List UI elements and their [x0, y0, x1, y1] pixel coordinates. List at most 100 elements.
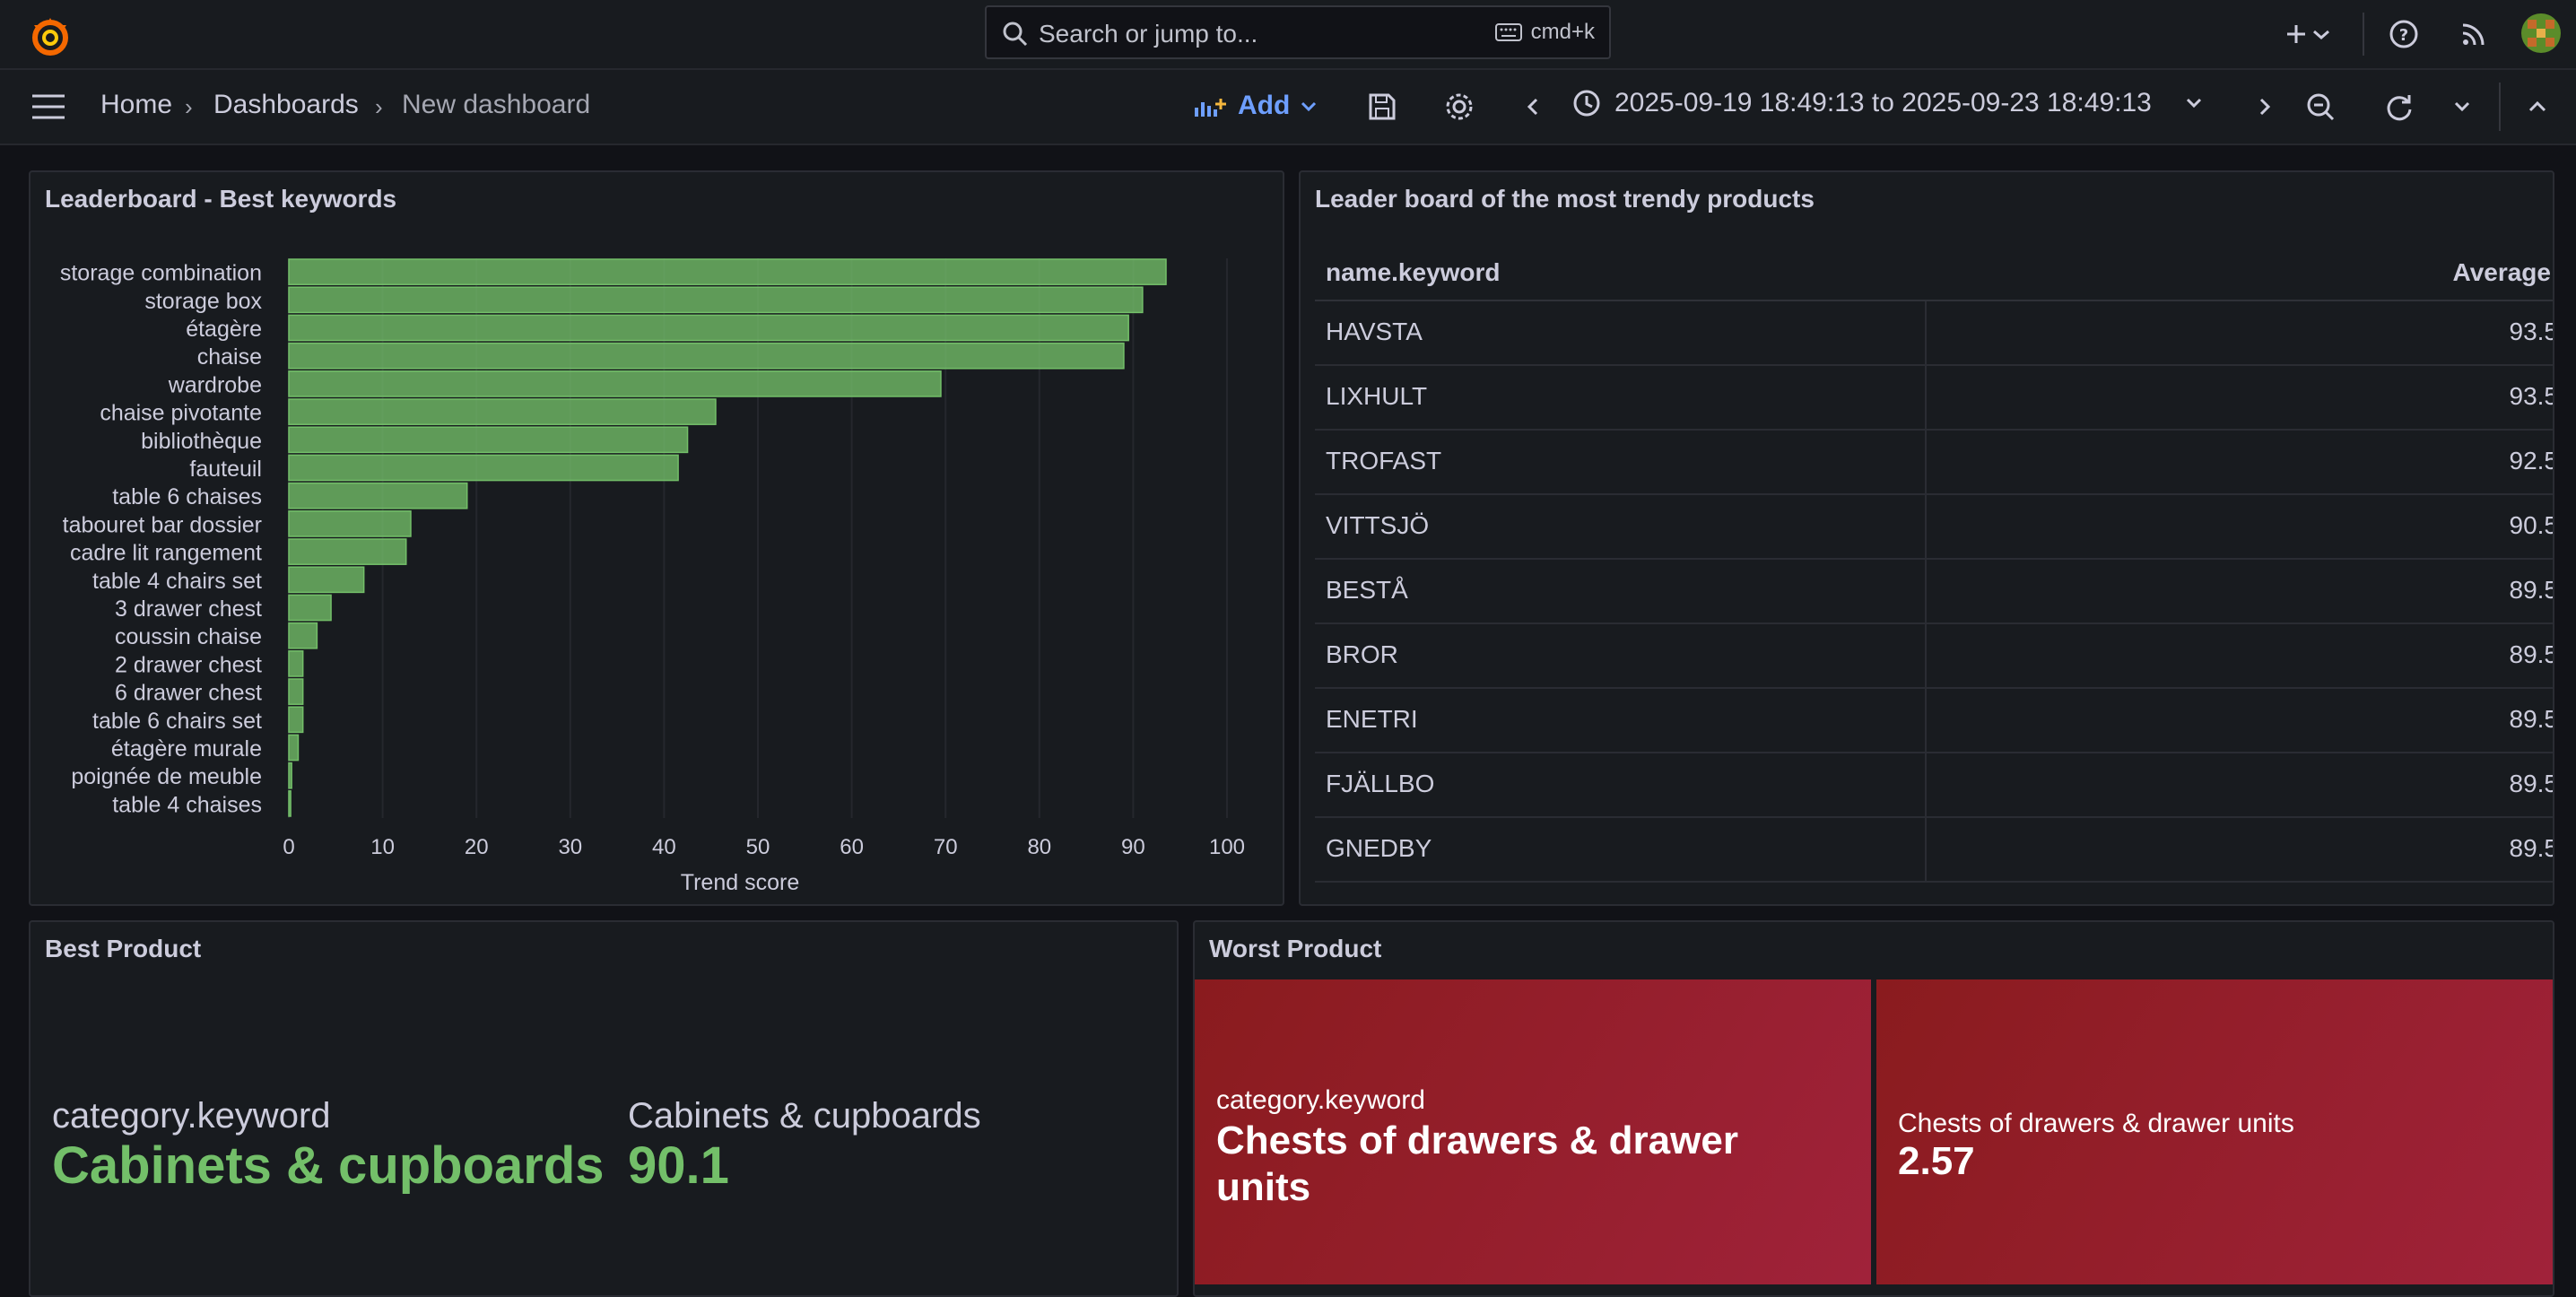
new-chevron-down-icon[interactable]	[2309, 16, 2334, 52]
tick-label: 90	[1121, 835, 1145, 859]
zoom-out-icon[interactable]	[2303, 90, 2337, 124]
tick-label: 60	[840, 835, 864, 859]
cell-average: 93.5	[2509, 318, 2554, 345]
column-header-name[interactable]: name.keyword	[1326, 258, 1501, 287]
category-label: coussin chaise	[115, 624, 262, 649]
panel-best-product[interactable]: Best Product category.keyword Cabinets &…	[29, 920, 1179, 1297]
category-label: storage combination	[60, 261, 262, 286]
search-icon	[1003, 22, 1028, 47]
bar	[288, 258, 1167, 285]
category-label: table 6 chaises	[112, 484, 262, 509]
bar	[288, 706, 304, 734]
breadcrumb-dashboards[interactable]: Dashboards	[213, 90, 359, 120]
tick-label: 10	[370, 835, 395, 859]
category-label: chaise pivotante	[100, 401, 262, 426]
news-rss-icon[interactable]	[2456, 16, 2492, 52]
table-row: ENETRI 89.5	[1315, 689, 2553, 753]
keywords-bar-chart: storage combinationstorage boxétagèrecha…	[60, 258, 1245, 895]
add-button[interactable]: Add	[1193, 86, 1318, 126]
cell-name: TROFAST	[1326, 447, 1442, 474]
search-shortcut: cmd+k	[1494, 20, 1595, 45]
tick-label: 30	[558, 835, 582, 859]
category-label: étagère	[186, 317, 262, 342]
bar	[288, 342, 1125, 370]
panel-title: Leader board of the most trendy products	[1315, 185, 1815, 213]
bar	[288, 566, 365, 594]
menu-hamburger-icon[interactable]	[30, 91, 66, 122]
time-range-picker[interactable]: 2025-09-19 18:49:13 to 2025-09-23 18:49:…	[1571, 88, 2207, 118]
panel-title: Best Product	[45, 935, 202, 962]
bar	[288, 762, 292, 789]
panel-title: Worst Product	[1209, 935, 1382, 962]
time-forward-chevron-right-icon[interactable]	[2248, 90, 2282, 124]
bar	[288, 622, 318, 649]
cell-average: 92.5	[2509, 447, 2554, 474]
stat-value: Chests of drawers & drawer units	[1216, 1119, 1738, 1209]
column-divider	[1925, 301, 1927, 364]
x-axis-label: Trend score	[681, 870, 799, 895]
cell-average: 89.5	[2509, 834, 2554, 862]
settings-gear-icon[interactable]	[1442, 90, 1476, 124]
bar	[288, 426, 689, 454]
stat-label: category.keyword	[1216, 1085, 1425, 1115]
help-icon[interactable]: ?	[2386, 16, 2422, 52]
top-bar: Search or jump to... cmd+k ?	[0, 0, 2576, 70]
panel-best-keywords[interactable]: Leaderboard - Best keywords storage comb…	[29, 170, 1284, 906]
stat-value: Cabinets & cupboards	[52, 1136, 605, 1195]
category-label: fauteuil	[189, 457, 262, 482]
cell-name: LIXHULT	[1326, 382, 1428, 410]
time-back-chevron-left-icon[interactable]	[1516, 90, 1550, 124]
divider	[2499, 83, 2501, 131]
avatar[interactable]	[2520, 13, 2562, 54]
category-label: chaise	[197, 344, 262, 370]
category-label: wardrobe	[168, 372, 262, 397]
collapse-chevron-up-icon[interactable]	[2520, 90, 2554, 124]
bar	[288, 650, 304, 677]
tick-label: 80	[1027, 835, 1051, 859]
products-table: name.keyword Average HAVSTA 93.5 LIXHULT 93…	[1315, 244, 2554, 883]
cell-name: GNEDBY	[1326, 834, 1432, 862]
panel-worst-product[interactable]: Worst Product category.keyword Chests of…	[1193, 920, 2554, 1297]
save-icon[interactable]	[1365, 90, 1399, 124]
add-button-label: Add	[1238, 91, 1291, 120]
column-divider	[1925, 689, 1927, 752]
panel-trendy-products[interactable]: Leader board of the most trendy products…	[1299, 170, 2554, 906]
cell-average: 93.5	[2509, 382, 2554, 410]
search-placeholder: Search or jump to...	[1039, 20, 1258, 48]
refresh-icon[interactable]	[2382, 90, 2416, 124]
category-label: étagère murale	[111, 736, 262, 762]
cell-name: ENETRI	[1326, 705, 1418, 733]
cell-average: 89.5	[2509, 576, 2554, 604]
refresh-interval-chevron-down-icon[interactable]	[2445, 90, 2479, 124]
breadcrumb-home[interactable]: Home	[100, 90, 172, 120]
stat-value: 90.1	[628, 1136, 729, 1195]
bar	[288, 370, 942, 397]
bar	[288, 398, 717, 425]
category-label: table 4 chaises	[112, 792, 262, 817]
category-label: 3 drawer chest	[115, 596, 262, 622]
cell-name: HAVSTA	[1326, 318, 1423, 345]
cell-name: BROR	[1326, 640, 1398, 668]
bar	[288, 482, 468, 509]
grafana-logo-icon[interactable]	[27, 13, 74, 59]
table-row: BROR 89.5	[1315, 624, 2553, 689]
cell-name: VITTSJÖ	[1326, 511, 1430, 539]
table-row: BESTÅ 89.5	[1315, 560, 2554, 624]
table-row: GNEDBY 89.5	[1315, 818, 2554, 883]
bar	[288, 678, 304, 705]
stat-value: 2.57	[1898, 1139, 1975, 1183]
new-plus-icon[interactable]	[2276, 16, 2312, 52]
bar	[288, 314, 1129, 342]
tick-label: 0	[283, 835, 294, 859]
column-divider	[1925, 431, 1927, 493]
column-divider	[1925, 818, 1927, 881]
table-row: HAVSTA 93.5	[1315, 301, 2554, 366]
column-header-average[interactable]: Average	[2453, 258, 2551, 287]
tick-label: 40	[652, 835, 676, 859]
search-input[interactable]: Search or jump to... cmd+k	[985, 5, 1611, 59]
category-label: storage box	[144, 289, 262, 314]
tick-label: 70	[934, 835, 958, 859]
category-label: table 4 chairs set	[92, 569, 262, 594]
category-label: poignée de meuble	[71, 764, 262, 789]
keyboard-icon	[1494, 23, 1522, 41]
